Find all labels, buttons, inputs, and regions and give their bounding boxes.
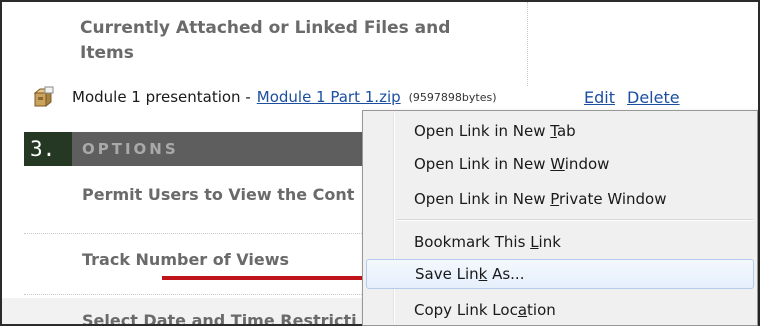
option-date-restrict-label: Select Date and Time Restricti (82, 311, 357, 326)
package-icon (32, 85, 58, 109)
option-permit-view-label: Permit Users to View the Cont (82, 185, 355, 204)
attached-files-heading: Currently Attached or Linked Files and I… (80, 18, 451, 63)
section-title: OPTIONS (82, 140, 179, 158)
file-size: (9597898bytes) (408, 90, 497, 104)
menu-item-open-private-window[interactable]: Open Link in New Private Window (366, 184, 754, 214)
menu-item-open-new-window[interactable]: Open Link in New Window (366, 149, 754, 179)
column-divider (527, 2, 528, 86)
file-description: Module 1 presentation - (72, 88, 251, 106)
menu-separator (397, 219, 753, 221)
menu-item-save-link-as[interactable]: Save Link As... (366, 259, 754, 289)
file-link[interactable]: Module 1 Part 1.zip (257, 88, 401, 106)
menu-item-copy-link-location[interactable]: Copy Link Location (366, 295, 754, 325)
edit-link[interactable]: Edit (584, 88, 615, 107)
attached-file-row: Module 1 presentation - Module 1 Part 1.… (32, 85, 497, 109)
menu-item-bookmark-link[interactable]: Bookmark This Link (366, 227, 754, 257)
context-menu: Open Link in New Tab Open Link in New Wi… (362, 110, 758, 326)
menu-item-open-new-tab[interactable]: Open Link in New Tab (366, 116, 754, 146)
delete-link[interactable]: Delete (627, 88, 680, 107)
section-number: 3. (24, 132, 72, 166)
